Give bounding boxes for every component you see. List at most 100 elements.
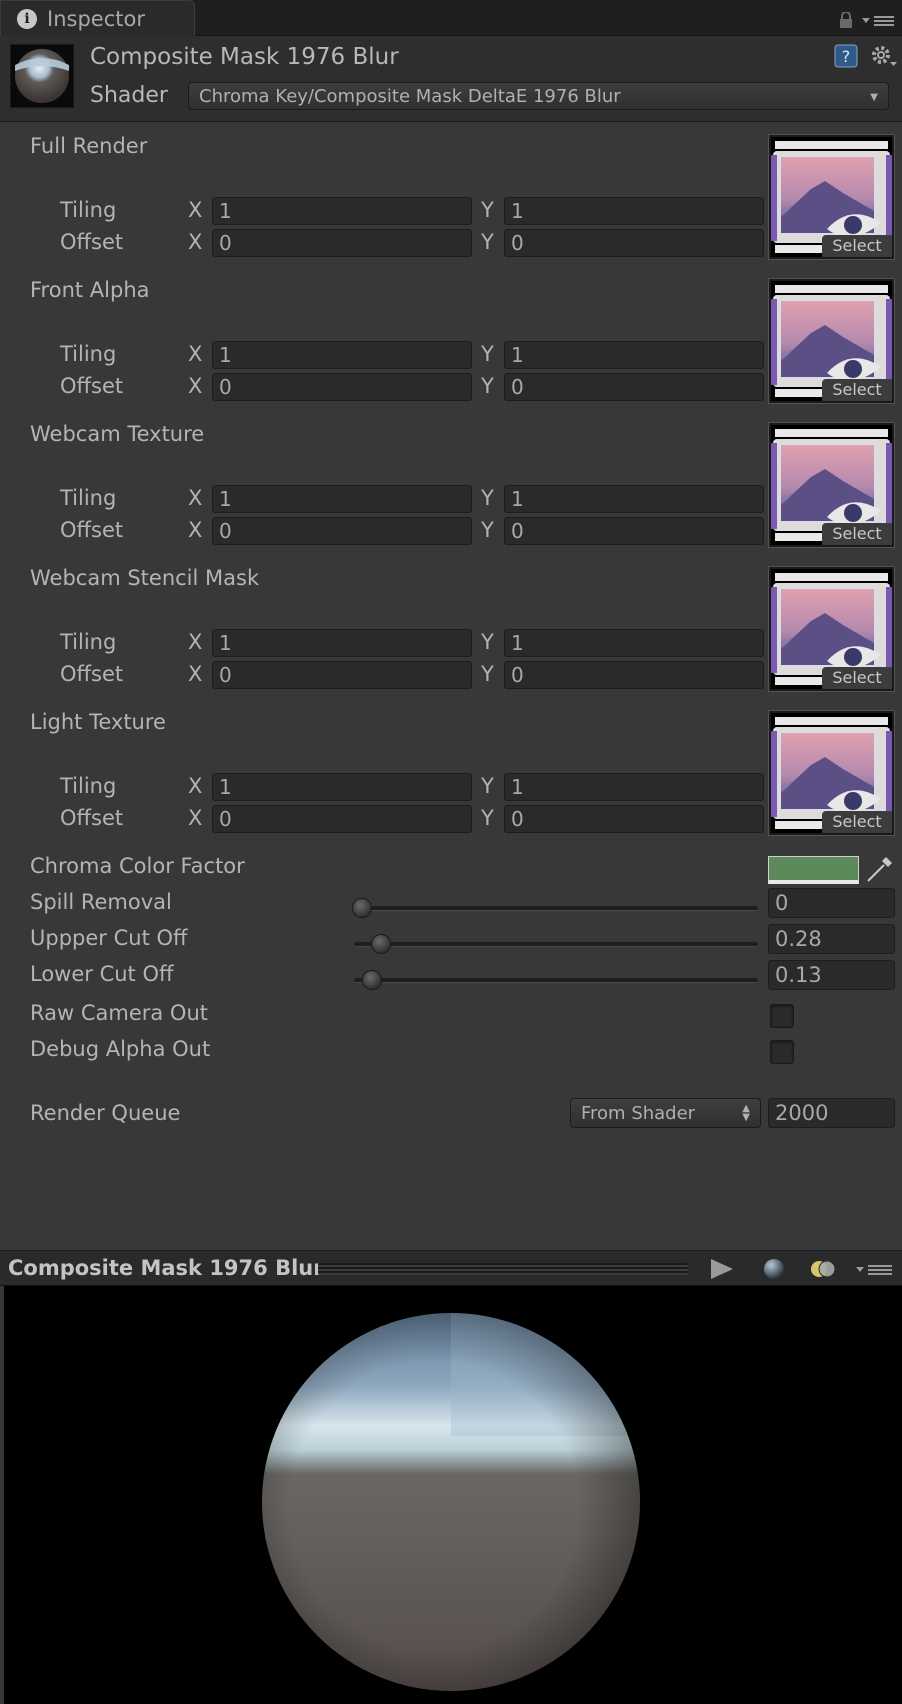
texture-label: Light Texture (30, 710, 166, 734)
x-axis-label: X (188, 198, 203, 222)
material-name: Composite Mask 1976 Blur (90, 44, 399, 70)
select-texture-button[interactable]: Select (822, 523, 892, 545)
x-axis-label: X (188, 230, 203, 254)
slider-thumb[interactable] (371, 934, 392, 954)
texture-label: Webcam Texture (30, 422, 205, 446)
offset-x-field[interactable]: 0 (212, 373, 472, 401)
texture-slot[interactable]: Select (768, 710, 895, 836)
y-axis-label: Y (481, 518, 494, 542)
tiling-x-field[interactable]: 1 (212, 197, 472, 225)
help-icon[interactable]: ? (834, 44, 858, 68)
lock-icon[interactable] (838, 12, 854, 28)
offset-x-field[interactable]: 0 (212, 517, 472, 545)
select-texture-button[interactable]: Select (822, 667, 892, 689)
texture-slot[interactable]: Select (768, 422, 895, 548)
slider-value-field[interactable]: 0 (768, 888, 895, 918)
select-texture-button[interactable]: Select (822, 235, 892, 257)
render-queue-dropdown[interactable]: From Shader ▲ ▼ (570, 1098, 761, 1128)
y-axis-label: Y (481, 198, 494, 222)
slider-track[interactable] (354, 978, 758, 983)
lights-icon[interactable] (808, 1258, 838, 1280)
y-axis-label: Y (481, 630, 494, 654)
tiling-label: Tiling (60, 774, 117, 798)
shader-dropdown[interactable]: Chroma Key/Composite Mask DeltaE 1976 Bl… (188, 82, 889, 110)
render-queue-value[interactable]: 2000 (768, 1098, 895, 1128)
material-thumbnail (10, 44, 74, 108)
texture-label: Front Alpha (30, 278, 150, 302)
select-texture-button[interactable]: Select (822, 379, 892, 401)
x-axis-label: X (188, 630, 203, 654)
preview-title: Composite Mask 1976 Blur (8, 1256, 324, 1280)
slider-label: Lower Cut Off (30, 962, 174, 986)
slider-value-field[interactable]: 0.13 (768, 960, 895, 990)
x-axis-label: X (188, 486, 203, 510)
preview-resize-handle[interactable] (318, 1263, 688, 1275)
offset-y-field[interactable]: 0 (504, 373, 764, 401)
chroma-color-label: Chroma Color Factor (30, 854, 245, 878)
toggle-checkbox[interactable] (770, 1004, 794, 1028)
x-axis-label: X (188, 774, 203, 798)
tiling-y-field[interactable]: 1 (504, 629, 764, 657)
preview-menu-icon[interactable] (856, 1263, 896, 1277)
info-icon: i (17, 9, 37, 29)
y-axis-label: Y (481, 662, 494, 686)
tiling-y-field[interactable]: 1 (504, 197, 764, 225)
tiling-x-field[interactable]: 1 (212, 341, 472, 369)
svg-text:?: ? (842, 47, 851, 66)
y-axis-label: Y (481, 374, 494, 398)
render-queue-mode: From Shader (581, 1103, 696, 1124)
tab-menu-icon[interactable] (862, 14, 896, 28)
tiling-y-field[interactable]: 1 (504, 341, 764, 369)
eyedropper-icon[interactable] (864, 855, 894, 885)
updown-arrows-icon: ▲ ▼ (742, 1103, 750, 1123)
offset-y-field[interactable]: 0 (504, 517, 764, 545)
offset-y-field[interactable]: 0 (504, 805, 764, 833)
tiling-label: Tiling (60, 630, 117, 654)
slider-track[interactable] (354, 906, 758, 911)
tiling-label: Tiling (60, 342, 117, 366)
sphere-icon[interactable] (762, 1258, 786, 1280)
offset-x-field[interactable]: 0 (212, 229, 472, 257)
tab-inspector[interactable]: i Inspector (0, 0, 195, 36)
y-axis-label: Y (481, 230, 494, 254)
toggle-checkbox[interactable] (770, 1040, 794, 1064)
tiling-label: Tiling (60, 486, 117, 510)
tiling-y-field[interactable]: 1 (504, 485, 764, 513)
toggle-label: Debug Alpha Out (30, 1037, 211, 1061)
offset-x-field[interactable]: 0 (212, 805, 472, 833)
slider-thumb[interactable] (361, 970, 382, 990)
chevron-down-icon: ▼ (870, 92, 878, 103)
slider-label: Spill Removal (30, 890, 172, 914)
preview-sphere (262, 1313, 640, 1691)
texture-slot[interactable]: Select (768, 566, 895, 692)
tiling-y-field[interactable]: 1 (504, 773, 764, 801)
y-axis-label: Y (481, 486, 494, 510)
preview-toolbar: Composite Mask 1976 Blur (0, 1250, 902, 1286)
slider-track[interactable] (354, 942, 758, 947)
x-axis-label: X (188, 662, 203, 686)
material-preview[interactable] (4, 1286, 902, 1704)
select-texture-button[interactable]: Select (822, 811, 892, 833)
material-header: Composite Mask 1976 Blur Shader Chroma K… (0, 36, 902, 122)
offset-label: Offset (60, 230, 124, 254)
render-queue-label: Render Queue (30, 1101, 181, 1125)
tiling-x-field[interactable]: 1 (212, 629, 472, 657)
tiling-x-field[interactable]: 1 (212, 773, 472, 801)
shader-label: Shader (90, 83, 168, 108)
slider-value-field[interactable]: 0.28 (768, 924, 895, 954)
offset-y-field[interactable]: 0 (504, 229, 764, 257)
chroma-color-swatch[interactable] (768, 856, 859, 884)
texture-slot[interactable]: Select (768, 278, 895, 404)
slider-label: Uppper Cut Off (30, 926, 188, 950)
texture-label: Full Render (30, 134, 148, 158)
offset-y-field[interactable]: 0 (504, 661, 764, 689)
shader-dropdown-value: Chroma Key/Composite Mask DeltaE 1976 Bl… (199, 86, 621, 107)
offset-x-field[interactable]: 0 (212, 661, 472, 689)
slider-thumb[interactable] (352, 898, 372, 918)
x-axis-label: X (188, 374, 203, 398)
tiling-x-field[interactable]: 1 (212, 485, 472, 513)
offset-label: Offset (60, 806, 124, 830)
gear-icon[interactable] (870, 44, 898, 68)
play-icon[interactable] (706, 1258, 736, 1280)
texture-slot[interactable]: Select (768, 134, 895, 260)
